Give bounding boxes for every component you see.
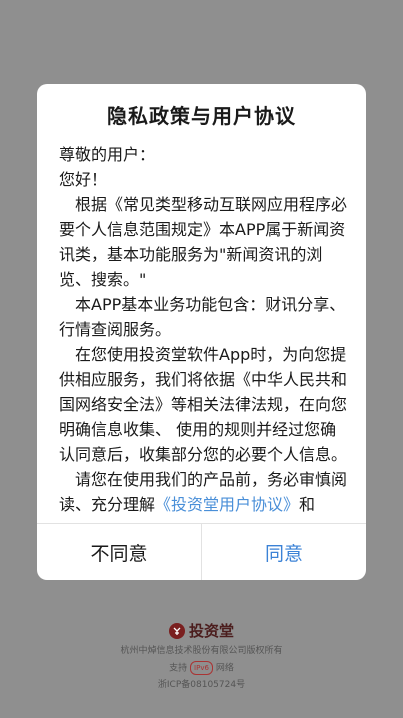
- user-agreement-link[interactable]: 《投资堂用户协议》: [155, 495, 299, 514]
- dialog-actions: 不同意 同意: [37, 523, 366, 580]
- icp-license: 浙ICP备08105724号: [157, 680, 246, 690]
- brand-logo-icon: [168, 622, 185, 639]
- policy-paragraph-4: 请您在使用我们的产品前，务必审慎阅读、充分理解《投资堂用户协议》和: [59, 470, 348, 514]
- dialog-title: 隐私政策与用户协议: [107, 104, 296, 128]
- policy-paragraph-2: 本APP基本业务功能包含：财讯分享、行情查阅服务。: [59, 295, 346, 339]
- brand-logo: 投资堂: [0, 620, 403, 641]
- policy-paragraph-3: 在您使用投资堂软件App时，为向您提供相应服务，我们将依据《中华人民共和国网络安…: [59, 345, 348, 464]
- agree-button[interactable]: 同意: [202, 524, 366, 580]
- disagree-button[interactable]: 不同意: [37, 524, 202, 580]
- splash-footer: 投资堂 杭州中焯信息技术股份有限公司版权所有 支持 IPv6 网络 浙ICP备0…: [0, 620, 403, 691]
- policy-content[interactable]: 尊敬的用户： 您好！ 根据《常见类型移动互联网应用程序必要个人信息范围规定》本A…: [59, 142, 348, 525]
- policy-paragraph-1: 根据《常见类型移动互联网应用程序必要个人信息范围规定》本APP属于新闻资讯类，基…: [59, 195, 348, 289]
- privacy-dialog: 隐私政策与用户协议 尊敬的用户： 您好！ 根据《常见类型移动互联网应用程序必要个…: [37, 84, 366, 580]
- network-support: 支持 IPv6 网络: [0, 661, 403, 675]
- greeting-text: 尊敬的用户：: [59, 145, 156, 164]
- brand-name: 投资堂: [188, 622, 234, 640]
- copyright-text: 杭州中焯信息技术股份有限公司版权所有: [120, 646, 283, 656]
- hello-text: 您好！: [59, 170, 108, 189]
- ipv6-badge: IPv6: [190, 661, 213, 675]
